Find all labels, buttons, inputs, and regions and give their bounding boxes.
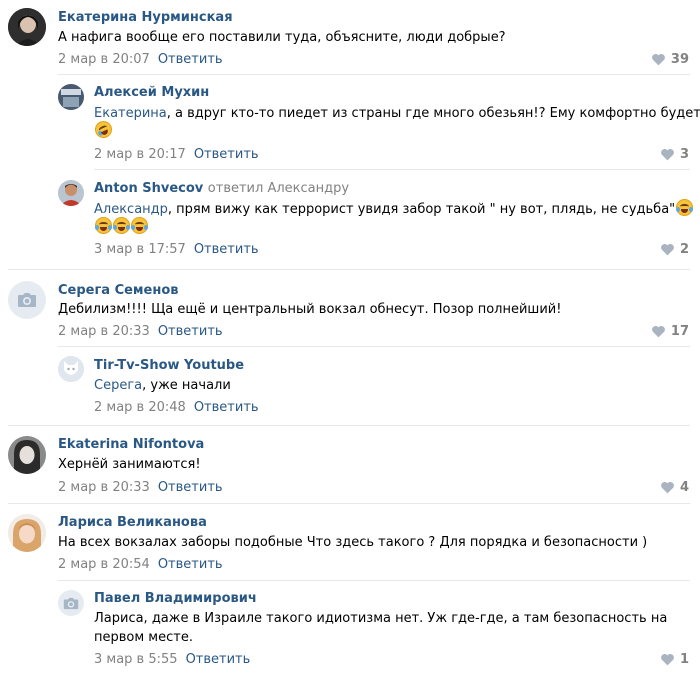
comment-text-line: первом месте. (94, 630, 193, 645)
comment-text: Александр, прям вижу как террорист увидя… (94, 199, 694, 221)
comment-text-body: , прям вижу как террорист увидя забор та… (167, 202, 676, 217)
like-count: 2 (679, 242, 689, 257)
avatar[interactable] (58, 84, 84, 110)
separator (58, 346, 690, 347)
heart-icon (652, 326, 665, 338)
comment-meta: 3 мар в 17:57 Ответить (94, 242, 259, 257)
like-count: 1 (679, 652, 689, 667)
comment-text-body: , а вдруг кто-то пиедет из страны где мн… (166, 106, 700, 121)
user-photo-avatar (58, 180, 84, 206)
comment-author[interactable]: Tir-Tv-Show Youtube (94, 358, 244, 373)
mention-link[interactable]: Серега (94, 378, 142, 393)
reply-button[interactable]: Ответить (194, 147, 259, 162)
reply-button[interactable]: Ответить (158, 480, 223, 495)
comment-date[interactable]: 2 мар в 20:33 (58, 480, 150, 495)
reply-button[interactable]: Ответить (158, 52, 223, 67)
comment-text-body: , уже начали (142, 378, 231, 393)
comment-date[interactable]: 3 мар в 17:57 (94, 242, 186, 257)
heart-icon (661, 482, 674, 494)
comment-date[interactable]: 2 мар в 20:07 (58, 52, 150, 67)
separator (8, 425, 690, 426)
comment-meta: 2 мар в 20:33 Ответить (58, 324, 223, 339)
comment-author[interactable]: Павел Владимирович (94, 591, 257, 606)
dog-logo-avatar (58, 356, 84, 382)
reply-button[interactable]: Ответить (194, 242, 259, 257)
heart-icon (661, 654, 674, 666)
tears-of-joy-emoji (131, 217, 148, 234)
like-count: 4 (679, 480, 689, 495)
avatar[interactable] (58, 590, 84, 616)
user-photo-avatar (8, 8, 46, 46)
tears-of-joy-emoji (95, 217, 112, 234)
comment-date[interactable]: 2 мар в 20:33 (58, 324, 150, 339)
heart-icon (652, 54, 665, 66)
avatar[interactable] (8, 8, 46, 46)
separator (58, 74, 690, 75)
heart-icon (661, 149, 674, 161)
comment-text: На всех вокзалах заборы подобные Что зде… (58, 535, 648, 550)
user-photo-avatar (8, 514, 46, 552)
comment-meta: 2 мар в 20:07 Ответить (58, 52, 223, 67)
comment-emoji-line (94, 217, 148, 239)
like-button[interactable]: 1 (660, 652, 689, 667)
like-count: 3 (679, 147, 689, 162)
like-button[interactable]: 39 (651, 52, 689, 67)
comment-author[interactable]: Лариса Великанова (58, 515, 207, 530)
avatar[interactable] (8, 514, 46, 552)
like-button[interactable]: 4 (660, 480, 689, 495)
comment-text: А нафига вообще его поставили туда, объя… (58, 30, 506, 45)
comment-text: Хернёй занимаются! (58, 457, 201, 472)
separator (94, 169, 690, 170)
comment-date[interactable]: 3 мар в 5:55 (94, 652, 178, 667)
tears-of-joy-emoji (676, 199, 694, 216)
avatar[interactable] (8, 281, 46, 319)
camera-placeholder-icon (18, 293, 36, 307)
replied-to[interactable]: ответил Александру (208, 181, 349, 196)
like-button[interactable]: 2 (660, 242, 689, 257)
comment-author[interactable]: Алексей Мухин (94, 85, 209, 100)
comment-text: Екатерина, а вдруг кто-то пиедет из стра… (94, 103, 700, 125)
heart-icon (661, 244, 674, 256)
avatar[interactable] (58, 356, 84, 382)
comment-meta: 2 мар в 20:54 Ответить (58, 557, 223, 572)
avatar[interactable] (8, 436, 46, 474)
mention-link[interactable]: Екатерина (94, 106, 167, 121)
mention-link[interactable]: Александр (94, 202, 168, 217)
reply-button[interactable]: Ответить (186, 652, 251, 667)
comment-author[interactable]: Екатерина Нурминская (58, 10, 233, 25)
rolling-laughing-emoji (92, 118, 115, 141)
user-photo-avatar (8, 436, 46, 474)
comment-date[interactable]: 2 мар в 20:48 (94, 400, 186, 415)
like-count: 39 (670, 52, 689, 67)
reply-button[interactable]: Ответить (194, 400, 259, 415)
comment-date[interactable]: 2 мар в 20:17 (94, 147, 186, 162)
reply-button[interactable]: Ответить (158, 324, 223, 339)
comment-date[interactable]: 2 мар в 20:54 (58, 557, 150, 572)
separator (8, 269, 690, 270)
reply-button[interactable]: Ответить (158, 557, 223, 572)
comment-meta: 2 мар в 20:33 Ответить (58, 480, 223, 495)
like-button[interactable]: 3 (660, 147, 689, 162)
separator (8, 503, 690, 504)
comment-text: Серега, уже начали (94, 375, 231, 397)
separator (58, 580, 690, 581)
comment-meta: 3 мар в 5:55 Ответить (94, 652, 250, 667)
tears-of-joy-emoji (113, 217, 130, 234)
comment-meta: 2 мар в 20:17 Ответить (94, 147, 259, 162)
comment-meta: 2 мар в 20:48 Ответить (94, 400, 259, 415)
comment-author[interactable]: Серега Семенов (58, 283, 179, 298)
comment-emoji-line (92, 118, 115, 143)
author-name[interactable]: Anton Shvecov (94, 181, 203, 196)
comment-text: Дебилизм!!!! Ща ещё и центральный вокзал… (58, 302, 562, 317)
comment-author[interactable]: Ekaterina Nifontova (58, 437, 204, 452)
user-photo-avatar (58, 84, 84, 110)
camera-placeholder-icon (63, 597, 79, 609)
comment-author[interactable]: Anton Shvecov ответил Александру (94, 181, 349, 196)
avatar[interactable] (58, 180, 84, 206)
like-button[interactable]: 17 (651, 324, 689, 339)
like-count: 17 (670, 324, 689, 339)
